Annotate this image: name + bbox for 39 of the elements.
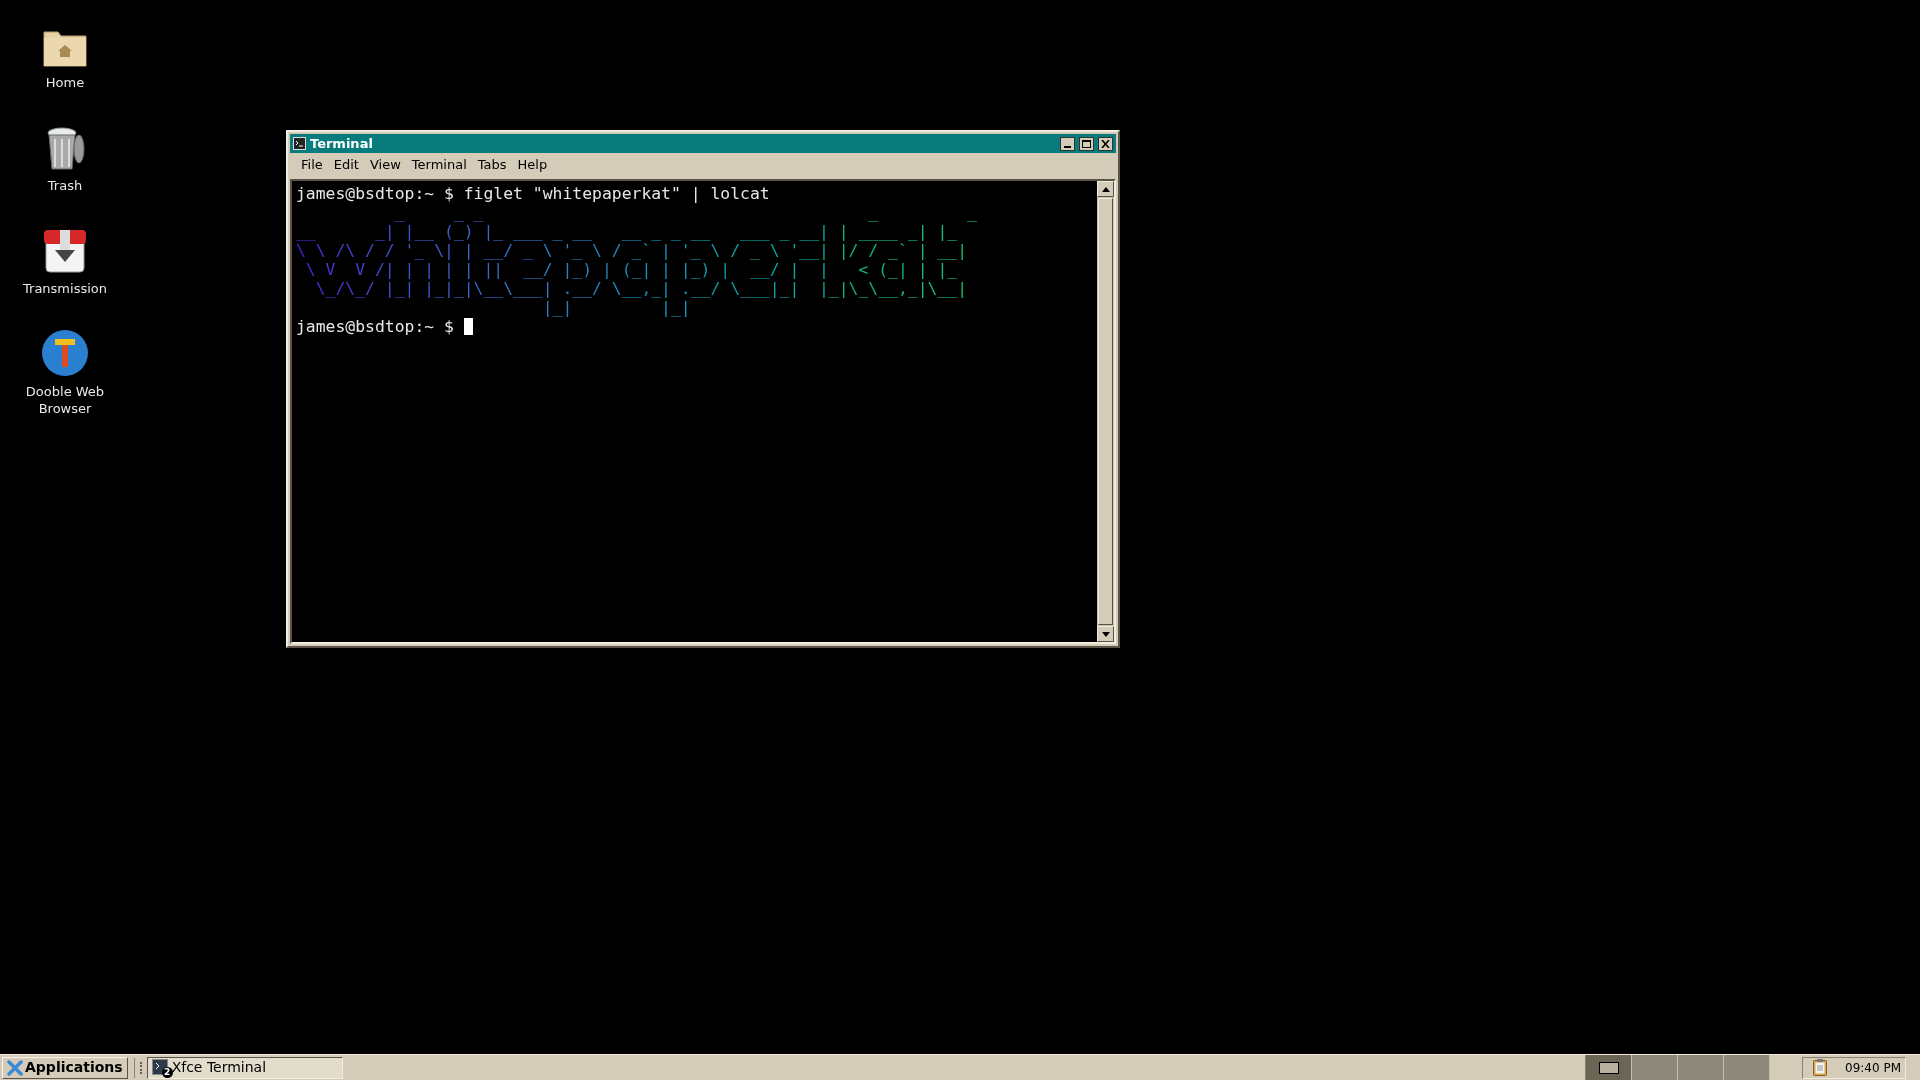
minimize-button[interactable] — [1060, 136, 1075, 151]
scroll-thumb[interactable] — [1098, 198, 1113, 625]
text-cursor — [463, 318, 473, 335]
up-arrow-icon — [1101, 186, 1110, 192]
window-title: Terminal — [310, 134, 373, 153]
trash-can-icon — [44, 125, 86, 171]
applications-button[interactable]: Applications — [2, 1056, 128, 1079]
scroll-down-button[interactable] — [1097, 626, 1114, 642]
window-thumbnail — [1598, 1061, 1619, 1074]
workspace-cell[interactable] — [1724, 1054, 1770, 1080]
scrollbar[interactable] — [1097, 181, 1114, 642]
terminal-icon — [293, 137, 306, 150]
menu-item[interactable]: Terminal — [406, 155, 472, 175]
terminal-icon — [151, 1058, 170, 1077]
clipboard-icon[interactable] — [1813, 1059, 1827, 1076]
workspace-cell[interactable] — [1678, 1054, 1724, 1080]
workspace-cell[interactable] — [1586, 1054, 1632, 1080]
icon-label: Home — [44, 74, 86, 91]
down-arrow-icon — [1101, 631, 1110, 637]
close-button[interactable] — [1098, 136, 1113, 151]
globe-icon — [41, 329, 89, 377]
download-box-icon — [42, 228, 88, 274]
icon-label: Transmission — [22, 280, 108, 297]
folder-icon — [42, 28, 88, 68]
icon-label: Dooble Web Browser — [24, 383, 106, 417]
window-count-badge: 2 — [161, 1066, 173, 1078]
clock[interactable]: 09:40 PM — [1845, 1058, 1901, 1077]
maximize-button[interactable] — [1079, 136, 1094, 151]
menu-item[interactable]: Edit — [328, 155, 364, 175]
menu-item[interactable]: View — [364, 155, 406, 175]
prompt-line: james@bsdtop:~ $ — [296, 317, 473, 336]
icon-label: Trash — [46, 177, 84, 194]
menu-item[interactable]: File — [296, 155, 328, 175]
menu-item[interactable]: Tabs — [472, 155, 512, 175]
x-logo-icon — [7, 1059, 23, 1076]
menu-item[interactable]: Help — [512, 155, 553, 175]
scroll-up-button[interactable] — [1097, 181, 1114, 197]
workspace-cell[interactable] — [1632, 1054, 1678, 1080]
command-line: james@bsdtop:~ $ figlet "whitepaperkat" | lolcat — [296, 184, 770, 203]
